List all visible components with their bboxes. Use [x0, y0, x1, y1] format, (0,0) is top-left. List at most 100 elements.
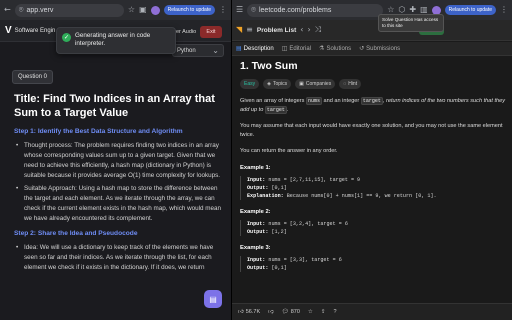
submissions-icon: ↺ — [359, 45, 365, 52]
tab-solutions[interactable]: ⚗ Solutions — [319, 45, 351, 52]
example-2: Example 2: Input: nums = [3,2,4], target… — [240, 209, 506, 236]
left-browser-toolbar: ← ⌾ app.verv ☆ ▣ Relaunch to update ⋮ — [0, 0, 231, 20]
star-button[interactable]: ☆ — [308, 309, 313, 315]
example-input: Input: nums = [2,7,11,15], target = 9 — [247, 177, 361, 183]
help-button[interactable]: ? — [333, 309, 336, 315]
example-block: Input: nums = [2,7,11,15], target = 9 Ou… — [240, 176, 506, 200]
sidebar-icon[interactable]: ▥ — [420, 6, 428, 14]
right-url-text: leetcode.com/problems — [258, 6, 332, 14]
leetcode-header: ◥ ≡ Problem List ‹ › ⤨ Submit — [232, 20, 512, 41]
notes-fab-button[interactable]: ▤ — [204, 290, 222, 308]
tab-description[interactable]: ▤ Description — [236, 45, 274, 52]
example-1: Example 1: Input: nums = [2,7,11,15], ta… — [240, 165, 506, 200]
exit-button[interactable]: Exit — [200, 26, 222, 38]
share-icon: ⇪ — [320, 309, 326, 315]
example-input: Input: nums = [3,2,4], target = 6 — [247, 221, 348, 227]
list-icon[interactable]: ≡ — [246, 26, 253, 34]
dislike-button[interactable]: 👎︎ — [268, 309, 274, 315]
bookmark-icon[interactable]: ☆ — [128, 6, 135, 14]
step2-list: Idea: We will use a dictionary to keep t… — [14, 243, 226, 273]
left-address-bar[interactable]: ⌾ app.verv — [14, 3, 124, 17]
document-icon: ▤ — [209, 294, 217, 304]
site-info-icon[interactable]: ⌾ — [251, 6, 256, 14]
problem-tabs: ▤ Description ◫ Editorial ⚗ Solutions ↺ Subm… — [232, 42, 512, 56]
problem-chips: Easy ◈ Topics ▣ Companies ◌ Hint — [240, 79, 506, 89]
topics-label: Topics — [272, 81, 288, 87]
toast-text: Generating answer in code interpreter. — [75, 32, 151, 47]
relaunch-button[interactable]: Relaunch to update — [444, 5, 496, 15]
comment-count: 870 — [290, 309, 300, 315]
inline-code: target — [264, 106, 287, 114]
tab-submissions[interactable]: ↺ Submissions — [359, 45, 400, 52]
profile-avatar[interactable] — [150, 5, 160, 15]
language-value: Python — [177, 47, 196, 54]
extension-tooltip: Solve Question Has access to this site — [378, 14, 444, 32]
tab-label: Description — [243, 45, 274, 52]
lightbulb-icon: ◌ — [343, 81, 347, 87]
topics-chip[interactable]: ◈ Topics — [263, 79, 292, 89]
menu-icon[interactable]: ⋮ — [500, 6, 508, 14]
right-address-bar[interactable]: ⌾ leetcode.com/problems — [247, 3, 384, 17]
left-browser-window: ← ⌾ app.verv ☆ ▣ Relaunch to update ⋮ V … — [0, 0, 232, 320]
thumbs-up-icon: 👍︎ — [238, 309, 244, 315]
bookmark-icon[interactable]: ☆ — [387, 6, 394, 14]
example-input: Input: nums = [3,3], target = 6 — [247, 257, 342, 263]
answer-content: Title: Find Two Indices in an Array that… — [14, 92, 226, 276]
back-icon[interactable]: ← — [4, 6, 11, 14]
inline-code: nums — [305, 97, 322, 105]
description-paragraph-1: Given an array of integers nums and an i… — [240, 97, 506, 114]
hint-chip[interactable]: ◌ Hint — [339, 79, 362, 89]
star-icon: ☆ — [307, 309, 313, 315]
extensions-icon[interactable]: ▣ — [139, 6, 147, 14]
right-browser-toolbar: ☰ ⌾ leetcode.com/problems ☆ ⬡ ✚ ▥ Relaun… — [232, 0, 512, 20]
left-url-text: app.verv — [26, 6, 54, 14]
tab-editorial[interactable]: ◫ Editorial — [282, 45, 311, 52]
hint-label: Hint — [348, 81, 358, 87]
share-button[interactable]: ⇪ — [321, 309, 326, 315]
app-logo-icon: V — [5, 25, 12, 36]
check-icon: ✓ — [62, 33, 71, 42]
puzzle-icon[interactable]: ✚ — [409, 6, 416, 14]
shuffle-icon[interactable]: ⤨ — [315, 26, 321, 34]
question-button[interactable]: Question 0 — [12, 70, 54, 84]
example-output: Output: [1,2] — [247, 229, 287, 235]
prev-icon[interactable]: ‹ — [300, 26, 303, 34]
example-title: Example 1: — [240, 165, 271, 171]
tab-label: Submissions — [366, 45, 401, 52]
solutions-icon: ⚗ — [319, 45, 325, 52]
thumbs-down-icon: 👎︎ — [268, 309, 274, 315]
right-browser-window: ☰ ⌾ leetcode.com/problems ☆ ⬡ ✚ ▥ Relaun… — [232, 0, 512, 320]
companies-chip[interactable]: ▣ Companies — [295, 79, 336, 89]
screen: ← ⌾ app.verv ☆ ▣ Relaunch to update ⋮ V … — [0, 0, 512, 320]
list-item: Thought process: The problem requires fi… — [14, 141, 226, 181]
step1-heading: Step 1: Identify the Best Data Structure… — [14, 128, 183, 135]
description-paragraph-3: You can return the answer in any order. — [240, 148, 338, 154]
extension-icon[interactable]: ⬡ — [398, 6, 405, 14]
problem-footer: 👍︎ 56.7K 👎︎ 💬︎ 870 ☆ ⇪ ? — [232, 303, 512, 320]
site-info-icon[interactable]: ⌾ — [19, 6, 24, 14]
editorial-icon: ◫ — [281, 45, 288, 52]
language-select[interactable]: Python ⌄ — [172, 44, 224, 57]
problem-list-link[interactable]: Problem List — [257, 27, 296, 34]
example-block: Input: nums = [3,2,4], target = 6 Output… — [240, 220, 506, 236]
list-item: Suitable Approach: Using a hash map to s… — [14, 184, 226, 224]
menu-icon[interactable]: ⋮ — [219, 6, 227, 14]
like-button[interactable]: 👍︎ 56.7K — [238, 309, 260, 315]
example-block: Input: nums = [3,3], target = 6 Output: … — [240, 256, 506, 272]
tune-icon[interactable]: ☰ — [236, 6, 243, 14]
help-icon: ? — [333, 309, 337, 315]
next-icon[interactable]: › — [307, 26, 310, 34]
comment-icon: 💬︎ — [281, 309, 289, 315]
tag-icon: ◈ — [267, 81, 271, 87]
example-output: Output: [0,1] — [247, 185, 287, 191]
leetcode-logo-icon[interactable]: ◥ — [236, 26, 242, 34]
status-toast: ✓ Generating answer in code interpreter. — [56, 27, 176, 54]
tab-label: Editorial — [289, 45, 312, 52]
problem-description: 1. Two Sum Easy ◈ Topics ▣ Companies ◌ Hint… — [240, 60, 506, 272]
example-title: Example 3: — [240, 245, 271, 251]
relaunch-button[interactable]: Relaunch to update — [163, 5, 215, 15]
comments-button[interactable]: 💬︎ 870 — [282, 309, 300, 315]
answer-title: Title: Find Two Indices in an Array that… — [14, 93, 215, 119]
inline-code: target — [360, 97, 383, 105]
example-title: Example 2: — [240, 209, 271, 215]
